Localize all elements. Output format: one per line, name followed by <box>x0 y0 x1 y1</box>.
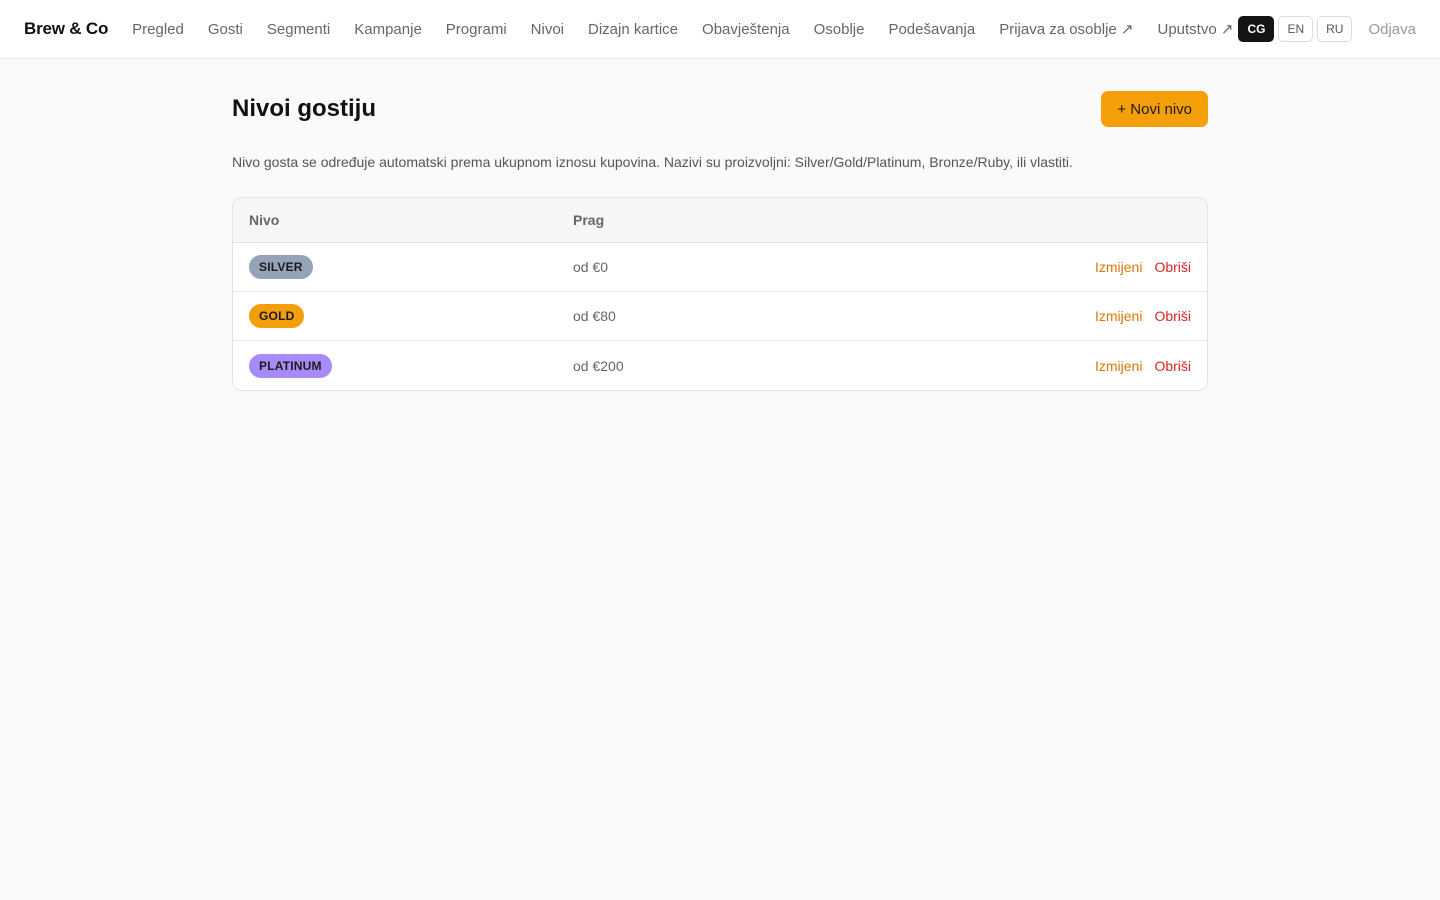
nav-item-prijava-za-osoblje[interactable]: Prijava za osoblje ↗ <box>999 20 1133 38</box>
brand-name[interactable]: Brew & Co <box>24 19 108 39</box>
edit-link[interactable]: Izmijeni <box>1095 259 1142 275</box>
threshold-value: od €80 <box>573 308 616 324</box>
threshold-value: od €0 <box>573 259 609 275</box>
nav-item-pregled[interactable]: Pregled <box>132 21 184 38</box>
level-badge: GOLD <box>249 304 305 328</box>
page-description: Nivo gosta se određuje automatski prema … <box>232 154 1073 170</box>
column-header-level: Nivo <box>249 212 280 228</box>
nav-item-programi[interactable]: Programi <box>446 21 507 38</box>
nav-item-osoblje[interactable]: Osoblje <box>814 21 865 38</box>
table-row: PLATINUM od €200 Izmijeni Obriši <box>233 341 1207 390</box>
language-button-ru[interactable]: RU <box>1317 16 1353 42</box>
page-header: Nivoi gostiju + Novi nivo <box>232 91 1208 127</box>
new-level-button[interactable]: + Novi nivo <box>1101 91 1208 127</box>
language-switcher: CG EN RU <box>1238 16 1353 42</box>
nav-item-dizajn-kartice[interactable]: Dizajn kartice <box>588 21 678 38</box>
main-content: Nivoi gostiju + Novi nivo Nivo gosta se … <box>232 59 1208 391</box>
language-button-en[interactable]: EN <box>1278 16 1314 42</box>
page-title: Nivoi gostiju <box>232 95 376 122</box>
nav-item-segmenti[interactable]: Segmenti <box>267 21 330 38</box>
levels-table: Nivo Prag SILVER od €0 Izmijeni Obriši G… <box>232 197 1208 391</box>
table-row: SILVER od €0 Izmijeni Obriši <box>233 243 1207 292</box>
row-actions: Izmijeni Obriši <box>1095 308 1207 324</box>
edit-link[interactable]: Izmijeni <box>1095 358 1142 374</box>
main-nav: Pregled Gosti Segmenti Kampanje Programi… <box>132 20 1233 39</box>
nav-item-uputstvo[interactable]: Uputstvo ↗ <box>1157 20 1233 38</box>
nav-item-podesavanja[interactable]: Podešavanja <box>888 21 975 38</box>
row-actions: Izmijeni Obriši <box>1095 259 1207 275</box>
edit-link[interactable]: Izmijeni <box>1095 308 1142 324</box>
table-row: GOLD od €80 Izmijeni Obriši <box>233 292 1207 341</box>
table-header: Nivo Prag <box>233 198 1207 243</box>
delete-link[interactable]: Obriši <box>1154 308 1191 324</box>
level-badge: SILVER <box>249 255 313 279</box>
top-navigation-bar: Brew & Co Pregled Gosti Segmenti Kampanj… <box>0 0 1440 59</box>
row-actions: Izmijeni Obriši <box>1095 358 1207 374</box>
column-header-threshold: Prag <box>573 212 605 228</box>
delete-link[interactable]: Obriši <box>1154 259 1191 275</box>
nav-item-obavjestenja[interactable]: Obavještenja <box>702 21 790 38</box>
nav-item-nivoi[interactable]: Nivoi <box>531 21 564 38</box>
nav-item-kampanje[interactable]: Kampanje <box>354 21 422 38</box>
threshold-value: od €200 <box>573 357 624 374</box>
level-badge: PLATINUM <box>249 353 332 378</box>
nav-item-gosti[interactable]: Gosti <box>208 21 243 38</box>
language-button-cg[interactable]: CG <box>1238 16 1275 42</box>
delete-link[interactable]: Obriši <box>1154 358 1191 374</box>
logout-link[interactable]: Odjava <box>1368 21 1416 38</box>
